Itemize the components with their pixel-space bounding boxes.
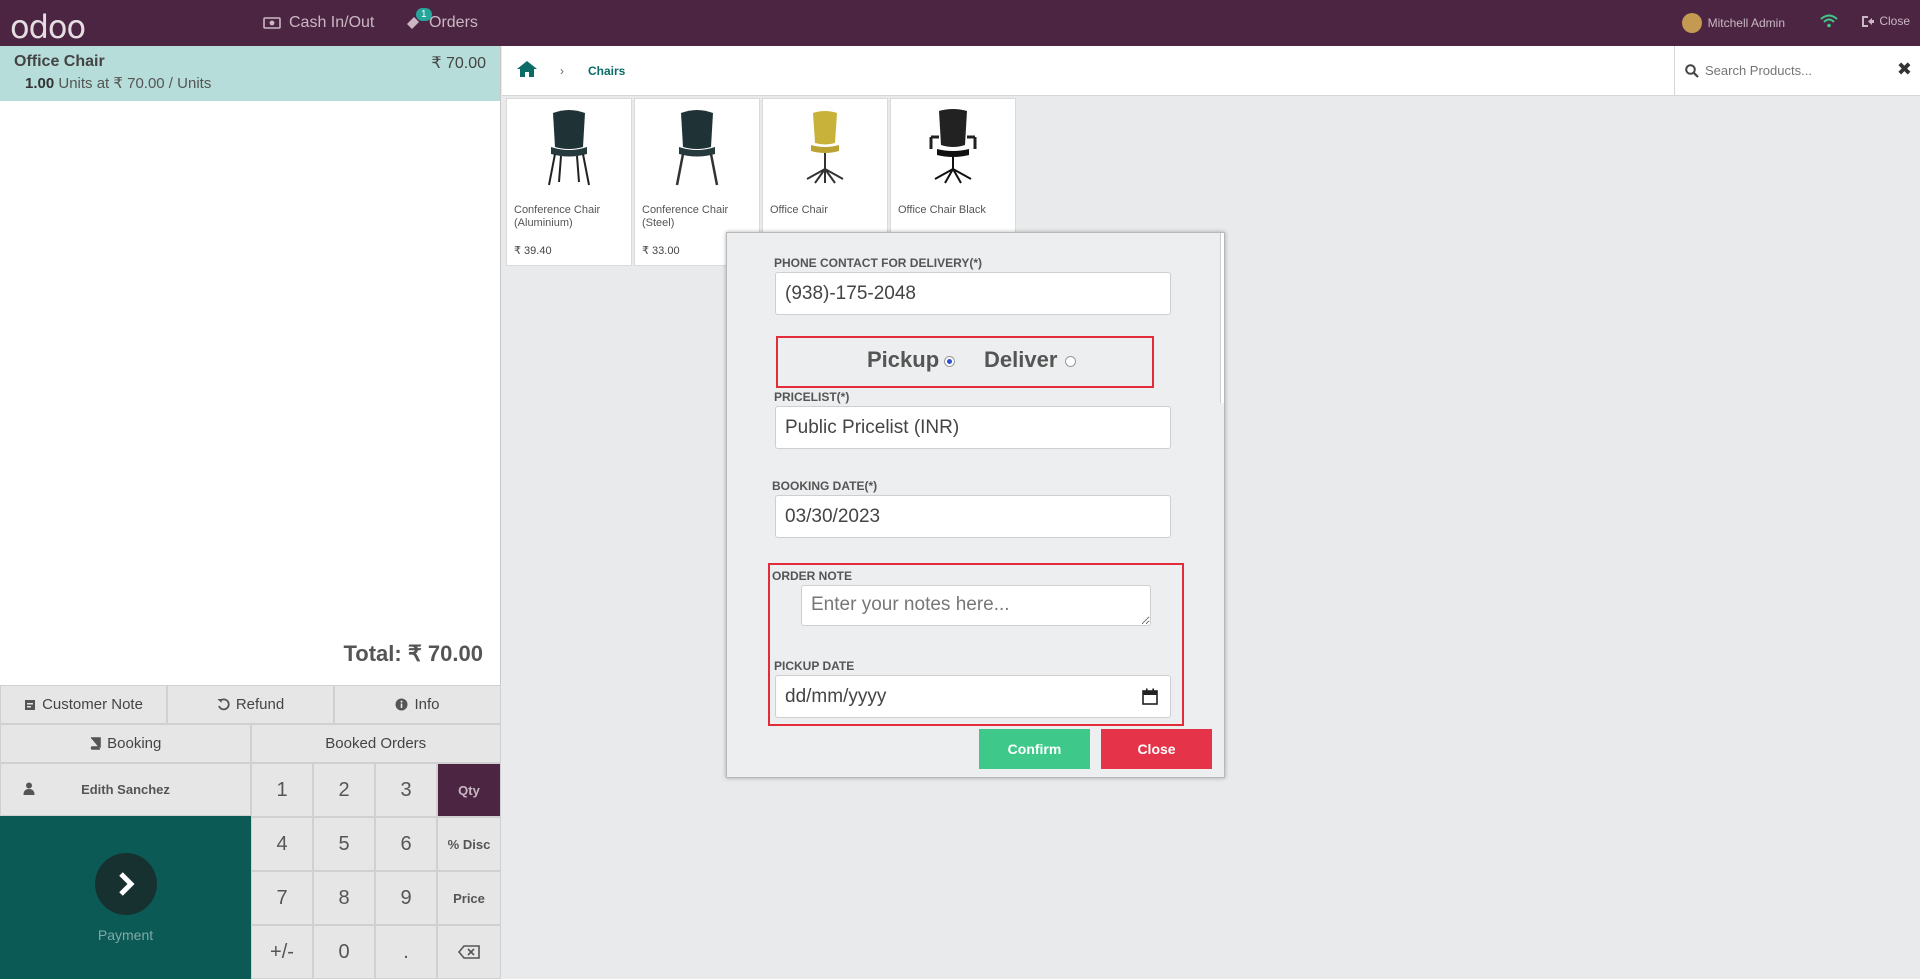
customer-button[interactable]: Edith Sanchez [0, 763, 251, 816]
discount-mode-button[interactable]: % Disc [437, 817, 501, 871]
sign-out-icon [1862, 15, 1875, 27]
order-total: Total: ₹ 70.00 [343, 641, 483, 666]
refund-button[interactable]: Refund [167, 685, 334, 724]
booked-orders-button[interactable]: Booked Orders [250, 724, 501, 763]
chair-image [507, 99, 631, 194]
customer-note-label: Customer Note [42, 696, 143, 713]
backspace-button[interactable] [437, 925, 501, 979]
clear-search-icon[interactable]: ✖ [1897, 59, 1912, 80]
numpad-5[interactable]: 5 [313, 817, 375, 871]
order-line-qty: 1.00 [25, 75, 55, 92]
odoo-logo: odoo [10, 8, 86, 46]
cash-in-out-button[interactable]: Cash In/Out [263, 14, 374, 32]
user-icon [1, 782, 57, 798]
pickup-date-field[interactable]: dd/mm/yyyy [775, 675, 1171, 718]
pickup-radio[interactable] [944, 356, 955, 367]
info-icon [395, 698, 408, 711]
dialog-scrollbar[interactable] [1220, 233, 1224, 403]
backspace-icon [458, 945, 480, 959]
product-card[interactable]: Conference Chair (Aluminium) ₹ 39.40 [506, 98, 632, 266]
numpad: 1 2 3 Qty 4 5 6 % Disc 7 8 9 Price +/- 0… [251, 763, 501, 979]
close-pos-button[interactable]: Close [1861, 14, 1910, 28]
pricelist-label: PRICELIST(*) [774, 390, 850, 404]
search-icon [1685, 63, 1699, 78]
order-note-label: ORDER NOTE [772, 569, 853, 583]
refund-label: Refund [235, 696, 285, 713]
breadcrumb-separator-icon: › [560, 64, 564, 78]
numpad-4[interactable]: 4 [251, 817, 313, 871]
pickup-label: Pickup [867, 347, 940, 372]
orders-count-badge: 1 [416, 8, 432, 21]
breadcrumb: › Chairs ✖ [502, 46, 1920, 96]
confirm-button[interactable]: Confirm [979, 729, 1090, 769]
deliver-radio[interactable] [1065, 356, 1076, 367]
order-line-detail: 1.00 Units at ₹ 70.00 / Units [25, 74, 486, 92]
info-label: Info [414, 696, 440, 713]
order-pane: Office Chair ₹ 70.00 1.00 Units at ₹ 70.… [0, 46, 501, 979]
phone-field[interactable]: (938)-175-2048 [775, 272, 1171, 315]
order-line-price: ₹ 70.00 [431, 55, 486, 72]
decimal-button[interactable]: . [375, 925, 437, 979]
money-icon [263, 17, 281, 29]
product-price: ₹ 39.40 [514, 245, 552, 257]
info-button[interactable]: Info [334, 685, 501, 724]
user-name: Mitchell Admin [1707, 16, 1785, 30]
undo-icon [217, 698, 230, 711]
booking-date-field[interactable]: 03/30/2023 [775, 495, 1171, 538]
deliver-label: Deliver [984, 347, 1058, 372]
book-icon [90, 737, 101, 750]
search-input[interactable] [1705, 63, 1880, 78]
booking-date-label: BOOKING DATE(*) [772, 479, 878, 493]
chevron-right-icon [94, 852, 157, 915]
booked-orders-label: Booked Orders [325, 735, 427, 752]
breadcrumb-category[interactable]: Chairs [588, 64, 625, 78]
numpad-2[interactable]: 2 [313, 763, 375, 817]
numpad-6[interactable]: 6 [375, 817, 437, 871]
note-icon [25, 699, 36, 710]
numpad-3[interactable]: 3 [375, 763, 437, 817]
product-name: Conference Chair (Aluminium) [514, 204, 601, 229]
wifi-icon [1820, 14, 1838, 28]
chair-image [891, 99, 1015, 194]
calendar-icon[interactable] [1142, 688, 1158, 705]
avatar [1681, 13, 1702, 33]
booking-dialog: PHONE CONTACT FOR DELIVERY(*) (938)-175-… [726, 232, 1225, 778]
booking-buttons-row: Booking Booked Orders [0, 724, 501, 763]
order-line-name: Office Chair [14, 53, 105, 70]
booking-button[interactable]: Booking [0, 724, 251, 763]
close-label: Close [1879, 14, 1910, 28]
phone-label: PHONE CONTACT FOR DELIVERY(*) [774, 256, 983, 270]
orders-label: Orders [429, 14, 478, 31]
order-line[interactable]: Office Chair ₹ 70.00 1.00 Units at ₹ 70.… [0, 46, 500, 101]
close-dialog-button[interactable]: Close [1101, 729, 1212, 769]
top-bar: odoo Cash In/Out Orders 1 Mitchell Admin… [0, 0, 1920, 46]
product-search: ✖ [1674, 46, 1920, 95]
numpad-0[interactable]: 0 [313, 925, 375, 979]
cash-in-out-label: Cash In/Out [289, 14, 375, 31]
pickup-date-label: PICKUP DATE [774, 659, 855, 673]
order-line-unit-info: Units at ₹ 70.00 / Units [58, 75, 212, 92]
payment-label: Payment [97, 926, 154, 943]
order-note-textarea[interactable] [801, 585, 1151, 626]
price-mode-button[interactable]: Price [437, 871, 501, 925]
numpad-7[interactable]: 7 [251, 871, 313, 925]
customer-name: Edith Sanchez [81, 782, 170, 797]
customer-note-button[interactable]: Customer Note [0, 685, 167, 724]
control-buttons-row: Customer Note Refund Info [0, 685, 501, 724]
numpad-1[interactable]: 1 [251, 763, 313, 817]
numpad-9[interactable]: 9 [375, 871, 437, 925]
booking-label: Booking [107, 735, 162, 752]
plus-minus-button[interactable]: +/- [251, 925, 313, 979]
numpad-8[interactable]: 8 [313, 871, 375, 925]
qty-mode-button[interactable]: Qty [437, 763, 501, 817]
payment-button[interactable]: Payment [0, 816, 251, 979]
pricelist-select[interactable]: Public Pricelist (INR) [775, 406, 1171, 449]
home-icon[interactable] [516, 60, 538, 78]
delivery-mode-highlight [776, 336, 1154, 388]
chair-image [635, 99, 759, 194]
user-menu[interactable]: Mitchell Admin [1681, 13, 1785, 33]
chair-image [763, 99, 887, 194]
pickup-date-value: dd/mm/yyyy [785, 685, 887, 707]
